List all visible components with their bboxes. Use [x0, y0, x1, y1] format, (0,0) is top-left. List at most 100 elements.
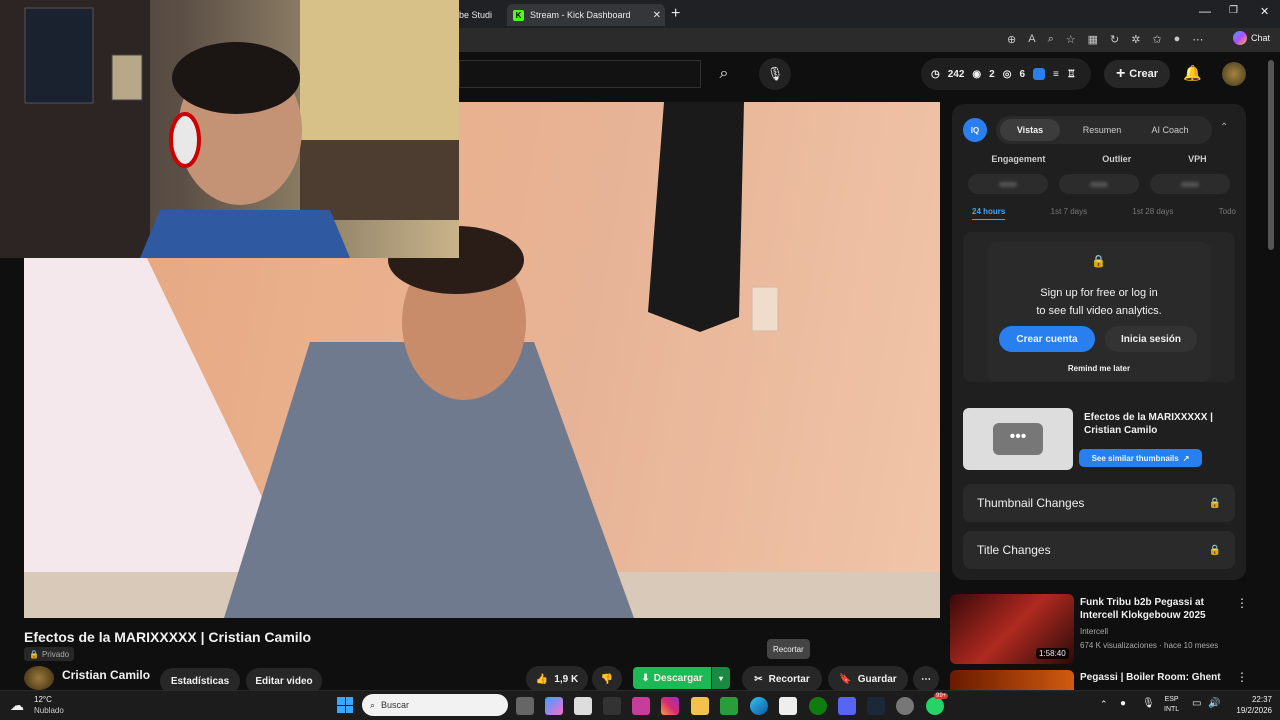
new-tab-icon[interactable]: +: [671, 5, 680, 23]
photos-icon[interactable]: [632, 697, 650, 715]
like-button[interactable]: 👍 1,9 K: [526, 666, 588, 692]
dislike-button[interactable]: 👎: [592, 666, 622, 692]
notes-app-icon[interactable]: [574, 697, 592, 715]
task-view-icon[interactable]: [516, 697, 534, 715]
menu-icon[interactable]: ≡: [1053, 69, 1059, 80]
range-24h[interactable]: 24 hours: [972, 207, 1006, 220]
kebab-menu-icon[interactable]: ⋮: [1236, 670, 1248, 684]
tab-resumen[interactable]: Resumen: [1072, 119, 1132, 141]
remind-later-link[interactable]: Remind me later: [987, 364, 1211, 373]
steam-icon[interactable]: [867, 697, 885, 715]
more-icon[interactable]: ⋯: [1192, 33, 1203, 46]
tray-app-icon[interactable]: ●: [1120, 698, 1126, 709]
login-button[interactable]: Inicia sesión: [1105, 326, 1197, 352]
zoom-icon[interactable]: ⌕: [1048, 33, 1054, 46]
tab-kick-dashboard[interactable]: K Stream - Kick Dashboard ✕: [507, 4, 665, 26]
clip-button[interactable]: ✂ Recortar: [742, 666, 822, 692]
clock[interactable]: 22:37 19/2/2026: [1222, 694, 1272, 716]
search-input[interactable]: [459, 60, 701, 88]
download-icon: ⬇: [641, 672, 650, 684]
start-icon[interactable]: [337, 697, 353, 713]
voice-search-button[interactable]: 🎙: [759, 58, 791, 90]
close-icon[interactable]: ✕: [653, 10, 661, 21]
media-player-icon[interactable]: [720, 697, 738, 715]
edge-icon[interactable]: [750, 697, 768, 715]
channel-avatar[interactable]: [24, 666, 54, 690]
discord-icon[interactable]: [838, 697, 856, 715]
settings-icon[interactable]: [896, 697, 914, 715]
tab-label: Stream - Kick Dashboard: [530, 10, 631, 20]
preview-title: Efectos de la MARIXXXXX | Cristian Camil…: [1084, 412, 1213, 436]
chat-label: Chat: [1251, 33, 1271, 43]
recommendation-item[interactable]: 1:58:40 Funk Tribu b2b Pegassi at Interc…: [950, 594, 1250, 664]
favorite-icon[interactable]: ☆: [1066, 33, 1076, 46]
tab-vistas[interactable]: Vistas: [1000, 119, 1060, 141]
download-dropdown[interactable]: ▾: [712, 667, 730, 689]
apps-icon[interactable]: ▦: [1088, 33, 1098, 46]
xbox-icon[interactable]: [809, 697, 827, 715]
create-account-button[interactable]: Crear cuenta: [999, 326, 1095, 352]
tab-studio[interactable]: be Studi: [459, 4, 499, 26]
metric-value-blurred: [1149, 174, 1230, 194]
recommendation-item[interactable]: Pegassi | Boiler Room: Ghent ⋮: [950, 670, 1250, 690]
weather-icon[interactable]: ☁: [10, 697, 24, 714]
similar-thumbnails-button[interactable]: See similar thumbnails ↗: [1079, 449, 1202, 467]
unity-icon[interactable]: [603, 697, 621, 715]
whatsapp-icon[interactable]: [926, 697, 944, 715]
tab-label: be Studi: [459, 10, 493, 20]
range-7d[interactable]: 1st 7 days: [1051, 207, 1087, 220]
store-icon[interactable]: [779, 697, 797, 715]
instagram-icon[interactable]: [661, 697, 679, 715]
more-actions-button[interactable]: ⋯: [913, 666, 939, 692]
recommendation-title: Pegassi | Boiler Room: Ghent: [1080, 672, 1221, 683]
range-28d[interactable]: 1st 28 days: [1132, 207, 1173, 220]
page-scrollbar[interactable]: [1268, 60, 1274, 250]
notifications-icon[interactable]: 🔔: [1183, 64, 1202, 82]
vidiq-icon[interactable]: [1033, 68, 1046, 80]
tray-mic-icon[interactable]: 🎙: [1142, 698, 1155, 709]
metric-vph: VPH: [1188, 154, 1207, 164]
weather-condition: Nublado: [34, 706, 64, 715]
network-icon[interactable]: ▭: [1192, 698, 1201, 709]
signup-card: 🔒 Sign up for free or log in to see full…: [987, 242, 1211, 382]
create-button[interactable]: + Crear: [1104, 60, 1170, 88]
recommendation-channel: Intercell: [1080, 627, 1109, 636]
tray-chevron-icon[interactable]: ⌃: [1100, 699, 1108, 710]
range-all[interactable]: Todo: [1219, 207, 1236, 220]
minimize-icon[interactable]: —: [1199, 4, 1211, 18]
avatar[interactable]: [1222, 62, 1246, 86]
download-button[interactable]: ⬇ Descargar: [633, 667, 711, 689]
signup-line-2: to see full video analytics.: [1036, 305, 1162, 317]
read-aloud-icon[interactable]: A: [1028, 33, 1035, 46]
tab-ai-coach[interactable]: AI Coach: [1140, 119, 1200, 141]
save-button[interactable]: 🔖 Guardar: [828, 666, 908, 692]
channel-name[interactable]: Cristian Camilo: [62, 668, 150, 682]
search-button[interactable]: ⌕: [704, 60, 744, 88]
kebab-menu-icon[interactable]: ⋮: [1236, 596, 1248, 610]
copilot-chat-button[interactable]: Chat: [1233, 31, 1270, 45]
lock-icon: 🔒: [1208, 497, 1221, 509]
title-changes-label: Title Changes: [977, 543, 1051, 557]
file-explorer-icon[interactable]: [691, 697, 709, 715]
trophy-icon[interactable]: ♖: [1067, 69, 1076, 80]
language-indicator[interactable]: ESP INTL: [1164, 695, 1179, 715]
title-changes-row[interactable]: Title Changes 🔒: [963, 531, 1235, 569]
taskbar-search[interactable]: ⌕ Buscar: [362, 694, 508, 716]
save-label: Guardar: [857, 673, 897, 685]
keyboard-layout: INTL: [1164, 706, 1180, 713]
window-close-icon[interactable]: ✕: [1260, 5, 1269, 18]
favorites-bar-icon[interactable]: ✩: [1152, 33, 1161, 46]
taskbar: ☁ 12°C Nublado ⌕ Buscar 99+ ⌃ ● 🎙 ESP IN…: [0, 690, 1280, 720]
thumbnail-changes-row[interactable]: Thumbnail Changes 🔒: [963, 484, 1235, 522]
metric-value-blurred: [968, 174, 1049, 194]
maximize-icon[interactable]: ❐: [1229, 5, 1238, 16]
translate-icon[interactable]: ⊕: [1007, 33, 1016, 46]
collapse-icon[interactable]: ⌃: [1220, 122, 1228, 133]
signup-text: Sign up for free or log in to see full v…: [987, 284, 1211, 320]
tab-label: Vistas: [1016, 125, 1044, 135]
copilot-icon[interactable]: [545, 697, 563, 715]
volume-icon[interactable]: 🔊: [1208, 698, 1220, 709]
profile-icon[interactable]: ●: [1174, 33, 1181, 46]
refresh-icon[interactable]: ↻: [1110, 33, 1119, 46]
extensions-icon[interactable]: ✲: [1131, 33, 1140, 46]
